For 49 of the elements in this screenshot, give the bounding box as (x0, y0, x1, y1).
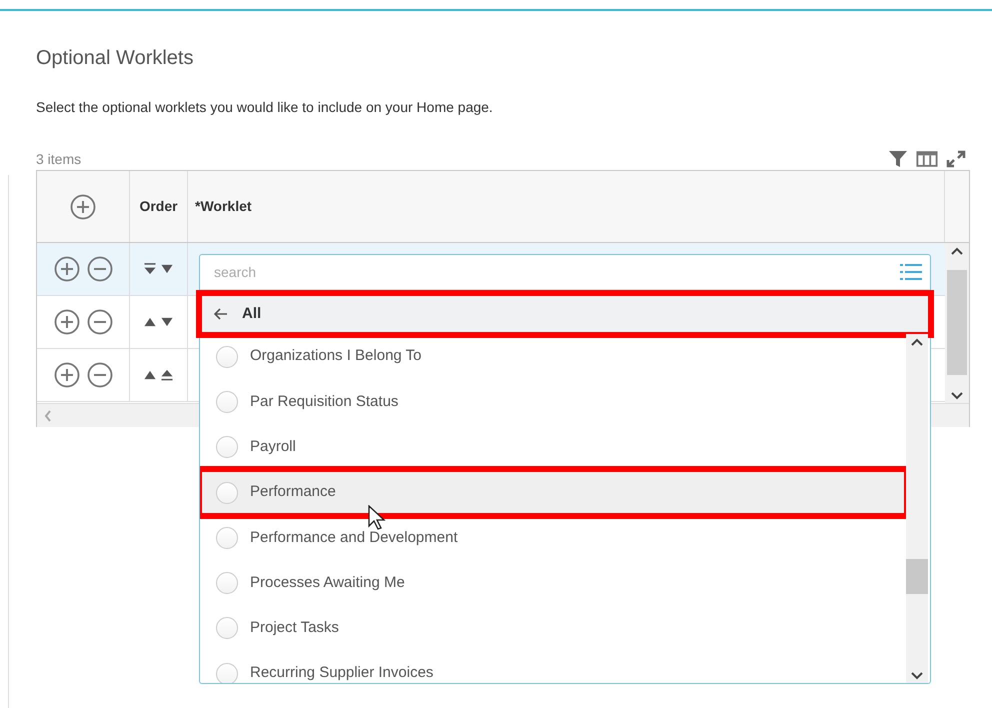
add-icon[interactable] (70, 194, 96, 220)
column-header: *Worklet (195, 197, 252, 216)
add-icon[interactable] (54, 256, 80, 282)
search-field[interactable]: search (212, 260, 852, 284)
scrollbar[interactable] (906, 334, 928, 683)
option-item[interactable]: Par Requisition Status (200, 379, 906, 425)
mouse-cursor-icon (368, 505, 386, 531)
chevron-down-icon[interactable] (951, 392, 963, 400)
remove-icon[interactable] (86, 362, 112, 388)
remove-icon[interactable] (86, 309, 112, 335)
columns-icon[interactable] (916, 149, 938, 169)
add-icon[interactable] (54, 362, 80, 388)
add-icon[interactable] (54, 309, 80, 335)
radio-icon[interactable] (216, 436, 238, 458)
chevron-up-icon[interactable] (951, 246, 963, 254)
radio-icon[interactable] (216, 390, 238, 413)
scrollbar-thumb[interactable] (947, 270, 967, 375)
option-item[interactable]: Organizations I Belong To (200, 334, 906, 380)
column-header: Order (139, 197, 178, 216)
option-item[interactable]: Project Tasks (200, 606, 906, 652)
list-icon[interactable] (900, 262, 922, 282)
down-triangle-icon[interactable] (160, 263, 174, 275)
down-triangle-icon[interactable] (160, 316, 174, 328)
scrollbar[interactable] (945, 243, 969, 403)
down-triangle-bar-icon[interactable] (142, 263, 157, 275)
up-triangle-bar-icon[interactable] (160, 369, 174, 381)
radio-icon[interactable] (216, 662, 238, 683)
option-item[interactable]: Performance and Development (200, 515, 906, 560)
remove-icon[interactable] (86, 256, 112, 282)
option-item[interactable]: Processes Awaiting Me (200, 560, 906, 606)
radio-icon[interactable] (216, 526, 238, 549)
chevron-up-icon[interactable] (911, 338, 923, 346)
page-description: Select the optional worklets you would like to include on your Home page. (36, 98, 494, 117)
back-item[interactable]: All (200, 294, 930, 334)
expand-icon[interactable] (944, 149, 966, 169)
back-arrow-icon (214, 308, 228, 320)
up-triangle-icon[interactable] (142, 369, 157, 381)
option-item[interactable]: Payroll (200, 424, 906, 470)
chevron-down-icon[interactable] (911, 672, 923, 680)
radio-icon[interactable] (216, 482, 238, 504)
radio-icon[interactable] (216, 346, 238, 368)
radio-icon[interactable] (216, 572, 238, 594)
item-count: 3 items (36, 150, 82, 168)
page-title: Optional Worklets (36, 46, 194, 71)
option-item[interactable]: Performance (200, 470, 906, 516)
up-triangle-icon[interactable] (142, 316, 157, 328)
radio-icon[interactable] (216, 617, 238, 640)
scrollbar-thumb[interactable] (906, 559, 928, 594)
option-item[interactable]: Recurring Supplier Invoices (200, 651, 906, 683)
